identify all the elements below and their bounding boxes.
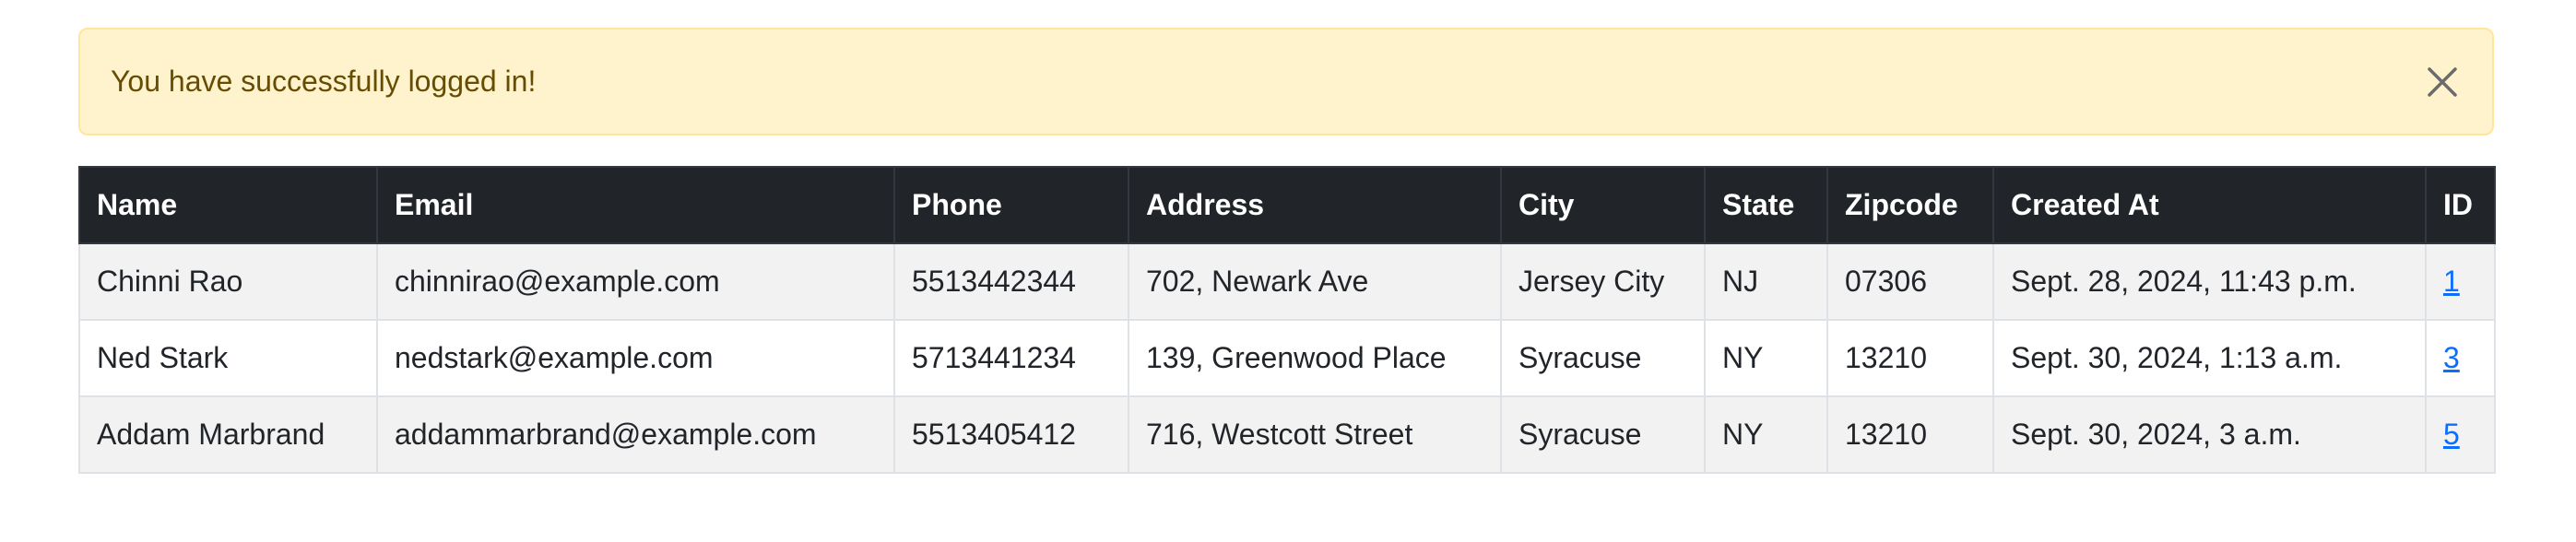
cell-city: Syracuse [1500, 319, 1706, 397]
table-row: Addam Marbrand addammarbrand@example.com… [78, 395, 2496, 474]
cell-state: NY [1704, 395, 1828, 474]
cell-state: NJ [1704, 242, 1828, 321]
cell-name: Chinni Rao [78, 242, 378, 321]
cell-phone: 5713441234 [893, 319, 1129, 397]
success-alert: You have successfully logged in! [78, 28, 2494, 136]
cell-created-at: Sept. 28, 2024, 11:43 p.m. [1992, 242, 2427, 321]
cell-address: 702, Newark Ave [1128, 242, 1502, 321]
users-table: Name Email Phone Address City State Zipc… [78, 166, 2496, 474]
cell-city: Jersey City [1500, 242, 1706, 321]
id-link[interactable]: 1 [2443, 265, 2460, 298]
id-link[interactable]: 5 [2443, 418, 2460, 451]
close-icon[interactable] [2424, 64, 2461, 100]
cell-created-at: Sept. 30, 2024, 1:13 a.m. [1992, 319, 2427, 397]
cell-state: NY [1704, 319, 1828, 397]
cell-phone: 5513405412 [893, 395, 1129, 474]
cell-email: addammarbrand@example.com [376, 395, 895, 474]
alert-message: You have successfully logged in! [111, 65, 537, 98]
cell-name: Ned Stark [78, 319, 378, 397]
header-name: Name [78, 166, 378, 244]
header-state: State [1704, 166, 1828, 244]
cell-id: 3 [2425, 319, 2496, 397]
id-link[interactable]: 3 [2443, 341, 2460, 374]
header-city: City [1500, 166, 1706, 244]
cell-zipcode: 13210 [1826, 395, 1994, 474]
cell-name: Addam Marbrand [78, 395, 378, 474]
header-email: Email [376, 166, 895, 244]
cell-id: 5 [2425, 395, 2496, 474]
header-zipcode: Zipcode [1826, 166, 1994, 244]
cell-phone: 5513442344 [893, 242, 1129, 321]
table-header-row: Name Email Phone Address City State Zipc… [78, 166, 2496, 244]
header-phone: Phone [893, 166, 1129, 244]
cell-city: Syracuse [1500, 395, 1706, 474]
cell-zipcode: 13210 [1826, 319, 1994, 397]
cell-created-at: Sept. 30, 2024, 3 a.m. [1992, 395, 2427, 474]
page-container: You have successfully logged in! Name Em… [78, 28, 2496, 474]
cell-zipcode: 07306 [1826, 242, 1994, 321]
cell-id: 1 [2425, 242, 2496, 321]
header-id: ID [2425, 166, 2496, 244]
table-row: Ned Stark nedstark@example.com 571344123… [78, 319, 2496, 397]
cell-email: nedstark@example.com [376, 319, 895, 397]
header-created-at: Created At [1992, 166, 2427, 244]
cell-address: 139, Greenwood Place [1128, 319, 1502, 397]
table-row: Chinni Rao chinnirao@example.com 5513442… [78, 242, 2496, 321]
cell-address: 716, Westcott Street [1128, 395, 1502, 474]
header-address: Address [1128, 166, 1502, 244]
cell-email: chinnirao@example.com [376, 242, 895, 321]
